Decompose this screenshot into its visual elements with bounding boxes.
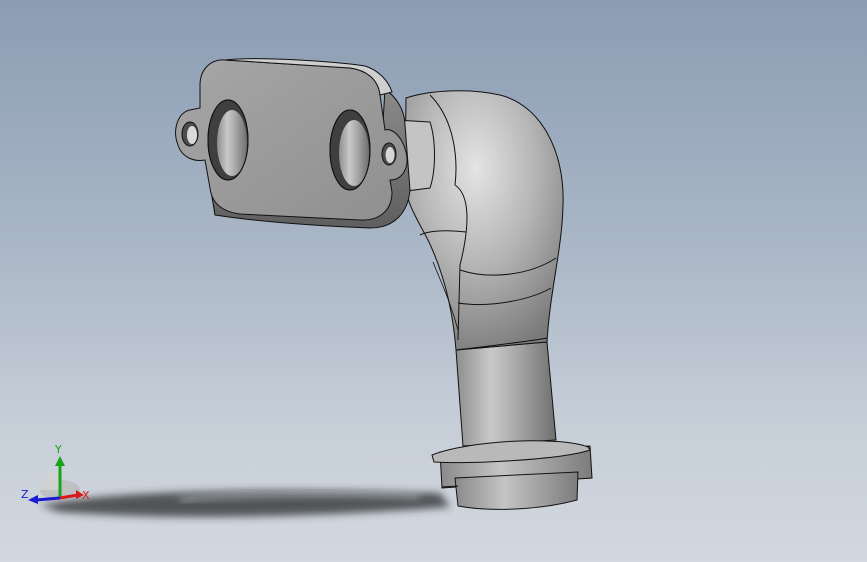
y-axis-label: Y (54, 443, 62, 456)
x-axis-label: X (82, 489, 90, 502)
top-flange[interactable] (175, 58, 411, 229)
lower-pipe[interactable] (455, 341, 557, 447)
z-axis-arrow (35, 496, 61, 502)
ground-shadow (40, 490, 450, 517)
port-left[interactable] (207, 99, 249, 181)
z-axis-label: Z (21, 488, 29, 501)
base-flange[interactable] (431, 440, 593, 510)
cad-model-view[interactable] (0, 0, 867, 562)
graphics-viewport[interactable]: Y X Z (0, 0, 867, 562)
reference-triad: Y X Z (21, 443, 90, 504)
port-right[interactable] (329, 109, 371, 191)
